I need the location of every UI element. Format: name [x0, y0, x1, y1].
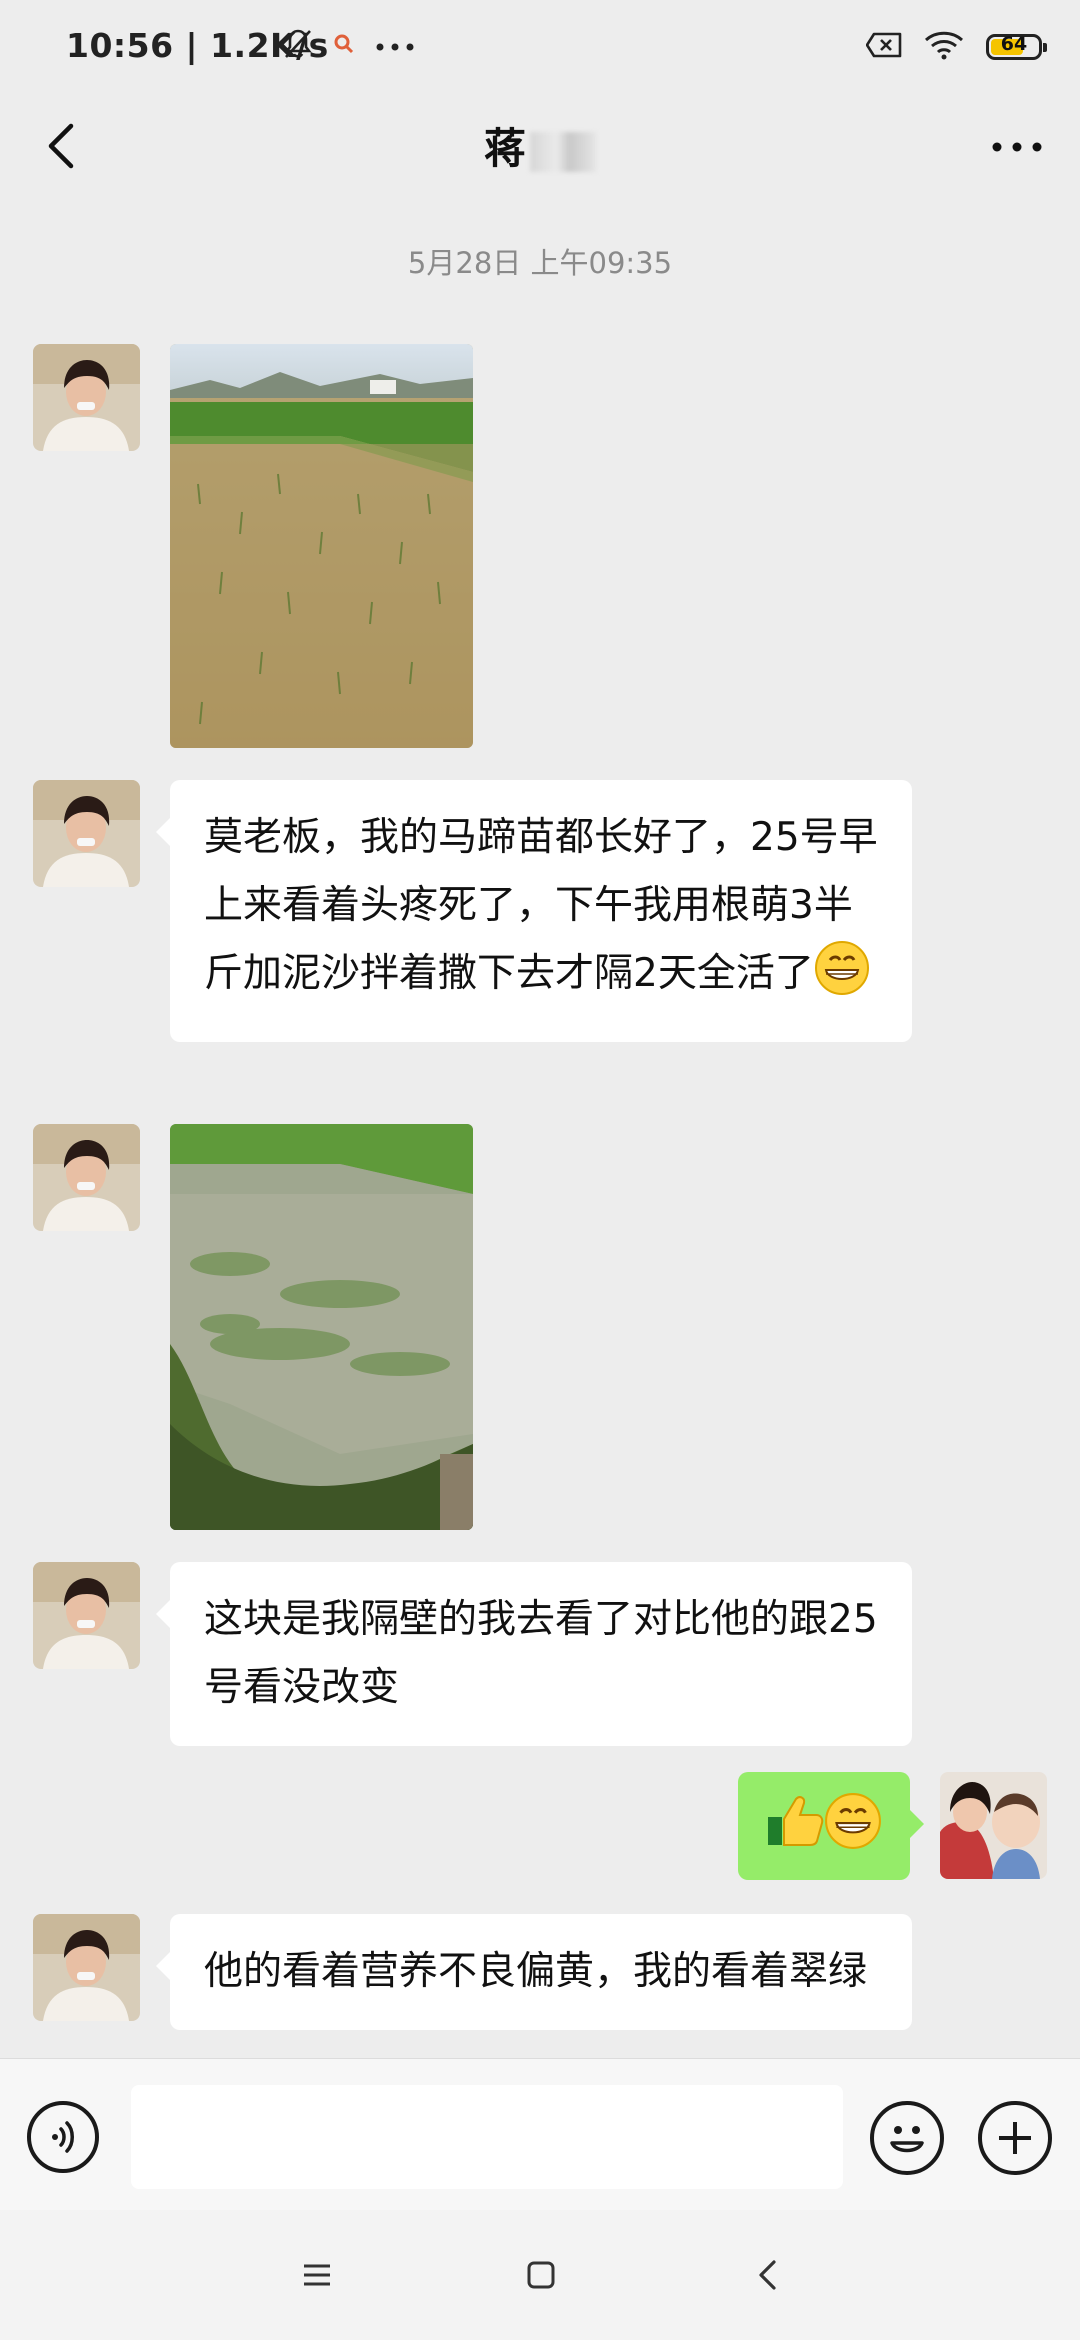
message-text: 他的看着营养不良偏黄，我的看着翠绿	[204, 1949, 868, 1994]
battery-level: 64	[1000, 33, 1028, 55]
home-square-icon	[527, 2261, 555, 2289]
more-horizontal-icon	[992, 142, 1042, 152]
message-text: 这块是我隔壁的我去看了对比他的跟25号看没改变	[204, 1597, 878, 1710]
status-bar: 10:56 | 1.2K/s 64	[0, 0, 1080, 95]
emoji-button[interactable]	[870, 2101, 944, 2175]
muted-bell-icon	[283, 28, 313, 64]
grin-icon	[824, 1792, 882, 1861]
message-text: 莫老板，我的马蹄苗都长好了，25号早上来看着头疼死了，下午我用根萌3半斤加泥沙拌…	[204, 815, 878, 996]
system-back-button[interactable]	[737, 2245, 797, 2305]
message-bubble[interactable]: 这块是我隔壁的我去看了对比他的跟25号看没改变	[156, 1562, 912, 1746]
battery-icon: 64	[986, 33, 1047, 60]
wifi-icon	[924, 30, 964, 64]
more-notifications-icon	[375, 37, 415, 56]
more-functions-button[interactable]	[978, 2101, 1052, 2175]
home-button[interactable]	[511, 2245, 571, 2305]
search-app-icon	[331, 31, 357, 61]
system-navigation-bar	[0, 2210, 1080, 2340]
more-options-button[interactable]	[982, 117, 1052, 177]
plus-icon	[999, 2122, 1031, 2154]
my-avatar[interactable]	[940, 1772, 1047, 1879]
grin-emoji-icon	[814, 940, 870, 1018]
contact-avatar[interactable]	[33, 780, 140, 887]
no-sim-icon	[865, 32, 902, 62]
menu-icon	[304, 2264, 330, 2286]
emoji-icon	[890, 2126, 924, 2153]
chat-header: 蒋	[0, 95, 1080, 205]
voice-button[interactable]	[27, 2101, 99, 2173]
status-icons-left	[283, 28, 415, 64]
chat-image-rice-field[interactable]	[170, 344, 473, 748]
redacted-name	[530, 131, 596, 172]
message-bubble[interactable]: 他的看着营养不良偏黄，我的看着翠绿	[156, 1914, 912, 2030]
message-input-bar	[0, 2058, 1080, 2211]
chat-title: 蒋	[0, 115, 1080, 176]
message-timestamp: 5月28日 上午09:35	[407, 246, 673, 280]
status-icons-right: 64	[865, 30, 1047, 64]
contact-avatar[interactable]	[33, 1562, 140, 1669]
message-input[interactable]	[131, 2085, 843, 2189]
battery-nub	[1043, 43, 1047, 52]
back-triangle-icon	[759, 2260, 776, 2290]
chat-image-neighbor-field[interactable]	[170, 1124, 473, 1530]
contact-avatar[interactable]	[33, 344, 140, 451]
my-message-bubble[interactable]	[738, 1772, 924, 1880]
message-bubble[interactable]: 莫老板，我的马蹄苗都长好了，25号早上来看着头疼死了，下午我用根萌3半斤加泥沙拌…	[156, 780, 912, 1042]
contact-name: 蒋	[483, 124, 526, 173]
contact-avatar[interactable]	[33, 1914, 140, 2021]
recent-apps-button[interactable]	[287, 2245, 347, 2305]
voice-icon	[52, 2121, 74, 2153]
contact-avatar[interactable]	[33, 1124, 140, 1231]
thumbs-up-icon	[766, 1793, 824, 1860]
